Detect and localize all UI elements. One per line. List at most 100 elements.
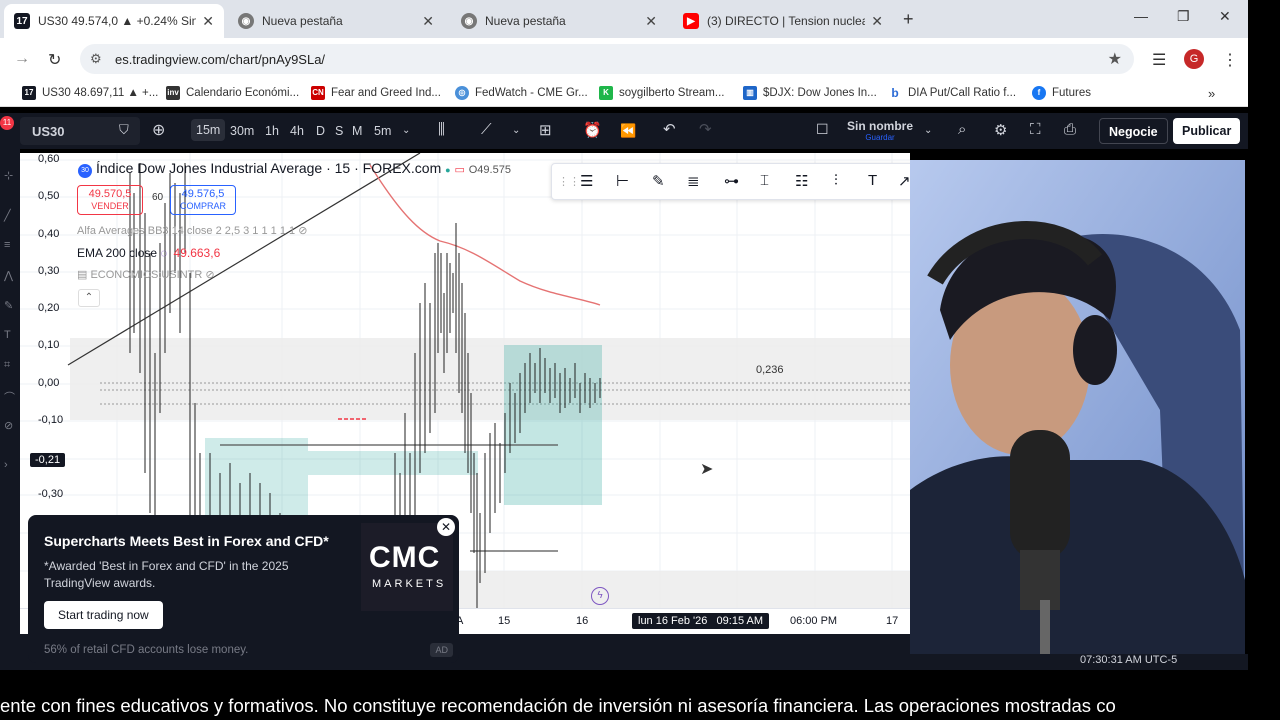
pencil-icon[interactable]: ✎: [652, 172, 665, 190]
close-tab-icon[interactable]: ✕: [202, 13, 214, 30]
indicator-economics[interactable]: ▤ ECONOMICS:USINTR ⊘: [77, 268, 215, 281]
brush-icon[interactable]: ✎: [4, 299, 13, 312]
start-trading-button[interactable]: Start trading now: [44, 601, 163, 629]
symbol-logo-icon: 30: [78, 164, 92, 178]
trade-button[interactable]: Negocie: [1099, 118, 1168, 144]
buy-button[interactable]: 49.576,5 COMPRAR: [170, 185, 236, 215]
bookmarks-overflow-icon[interactable]: »: [1208, 86, 1215, 101]
bookmark-item[interactable]: CN Fear and Greed Ind...: [311, 86, 441, 100]
timeframe-30m[interactable]: 30m: [230, 124, 254, 138]
tab-new-1[interactable]: ◉ Nueva pestaña ✕: [228, 4, 444, 38]
parallel-channel-icon[interactable]: ≣: [687, 172, 700, 190]
fib-icon[interactable]: ≡: [4, 239, 10, 251]
timeframe-d[interactable]: D: [316, 124, 325, 138]
site-info-icon[interactable]: ⚙: [90, 51, 102, 67]
fullscreen-icon[interactable]: ⛶: [1030, 121, 1041, 138]
candles-icon[interactable]: ⫼: [438, 121, 445, 138]
forward-icon[interactable]: →: [14, 50, 30, 68]
omnibox[interactable]: ⚙ es.tradingview.com/chart/pnAy9SLa/ ★: [80, 44, 1134, 74]
compare-icon[interactable]: ⊕: [152, 120, 165, 140]
indicators-icon[interactable]: ⟋: [481, 121, 492, 138]
tradingview-icon: 17: [22, 86, 36, 100]
timeframe-4h[interactable]: 4h: [290, 124, 304, 138]
new-tab-button[interactable]: +: [903, 9, 914, 30]
chevron-down-icon[interactable]: ⌄: [924, 125, 932, 136]
timeframe-s[interactable]: S: [335, 124, 343, 138]
minimize-icon[interactable]: —: [1134, 8, 1148, 24]
indicator-ema[interactable]: EMA 200 close ◌ 49.663,6: [77, 246, 220, 260]
pattern-icon[interactable]: ⋀: [4, 269, 13, 282]
layout-square-icon[interactable]: ☐: [816, 121, 829, 138]
time-axis-highlight: lun 16 Feb '26 09:15 AM: [632, 613, 770, 629]
horizontal-ray-icon[interactable]: ⊶: [724, 172, 739, 190]
close-popup-icon[interactable]: ✕: [437, 518, 455, 536]
settings-icon[interactable]: ⚙: [994, 121, 1007, 139]
date-range-icon[interactable]: ⊢: [616, 172, 629, 190]
eye-off-icon[interactable]: ⊘: [205, 269, 214, 281]
profile-avatar[interactable]: G: [1184, 49, 1204, 69]
layout-name[interactable]: Sin nombre Guardar: [847, 119, 913, 142]
undo-icon[interactable]: ↶: [663, 120, 676, 138]
menu-icon[interactable]: ⋮: [1222, 50, 1238, 70]
close-window-icon[interactable]: ✕: [1219, 8, 1231, 25]
bookmark-item[interactable]: f Futures: [1032, 86, 1091, 100]
templates-icon[interactable]: ⊞: [539, 121, 552, 139]
chevron-down-icon[interactable]: ⌄: [512, 125, 520, 136]
collapse-legend-icon[interactable]: ⌃: [78, 289, 100, 307]
publish-button[interactable]: Publicar: [1173, 118, 1241, 144]
restore-icon[interactable]: ❐: [1177, 8, 1190, 25]
magnet-icon[interactable]: ⌒: [4, 389, 15, 405]
y-axis-label: -0,10: [38, 414, 64, 426]
trendline-icon[interactable]: ╱: [4, 209, 11, 222]
fib-retracement-icon[interactable]: ☰: [580, 172, 593, 190]
price-range-icon[interactable]: ⌶: [760, 172, 769, 189]
close-tab-icon[interactable]: ✕: [422, 13, 434, 30]
ruler-icon[interactable]: ⌗: [4, 359, 10, 372]
camera-icon[interactable]: ⎙: [1064, 121, 1076, 138]
close-tab-icon[interactable]: ✕: [871, 13, 883, 30]
close-tab-icon[interactable]: ✕: [645, 13, 657, 30]
sell-button[interactable]: 49.570,5 VENDER: [77, 185, 143, 215]
lightning-icon[interactable]: ϟ: [591, 587, 609, 605]
bookmark-item[interactable]: b DIA Put/Call Ratio f...: [888, 86, 1016, 100]
bookmark-item[interactable]: inv Calendario Económi...: [166, 86, 299, 100]
bookmark-item[interactable]: Ksoygilberto Stream...: [599, 86, 724, 100]
disclaimer-ticker: ente con fines educativos y formativos. …: [0, 692, 1280, 720]
timeframe-5m[interactable]: 5m: [374, 124, 391, 138]
timeframe-1h[interactable]: 1h: [265, 124, 279, 138]
bookmark-item[interactable]: ▥ $DJX: Dow Jones In...: [743, 86, 877, 100]
chevron-down-icon[interactable]: ⌄: [402, 125, 410, 136]
timeframe-m[interactable]: M: [352, 124, 362, 138]
bookmark-item[interactable]: 17 US30 48.697,11 ▲ +...: [22, 86, 158, 100]
replay-icon[interactable]: ⏪: [620, 123, 636, 139]
bookmark-item[interactable]: ◎ FedWatch - CME Gr...: [455, 86, 588, 100]
reload-icon[interactable]: ↻: [48, 50, 61, 70]
drag-handle-icon[interactable]: ⋮⋮: [558, 175, 580, 188]
text-icon[interactable]: T: [4, 329, 11, 341]
fib-levels-icon[interactable]: ☷: [795, 172, 808, 190]
redo-icon[interactable]: ↷: [699, 120, 712, 138]
text-tool-icon[interactable]: T: [868, 172, 877, 189]
eye-off-icon[interactable]: ⊘: [298, 225, 307, 237]
mouse-cursor-icon: ➤: [700, 461, 714, 478]
search-icon[interactable]: ⌕: [958, 121, 966, 138]
alert-icon[interactable]: ⏰: [583, 121, 602, 139]
shield-icon[interactable]: ⛉: [119, 122, 129, 138]
lock-icon[interactable]: ⊘: [4, 419, 13, 432]
cnn-icon: CN: [311, 86, 325, 100]
cursor-icon[interactable]: ⊹: [4, 169, 13, 182]
vertical-line-icon[interactable]: ⫶: [834, 172, 838, 189]
ad-disclaimer: 56% of retail CFD accounts lose money.: [44, 644, 249, 656]
expand-icon[interactable]: ›: [4, 459, 8, 471]
tab-youtube[interactable]: ▶ (3) DIRECTO | Tension nuclear en ✕: [673, 4, 893, 38]
indicator-alfa[interactable]: Alfa Averages BB3 14 close 2 2,5 3 1 1 1…: [77, 224, 307, 237]
timeframe-15m[interactable]: 15m: [191, 119, 226, 141]
tab-tradingview[interactable]: 17 US30 49.574,0 ▲ +0.24% Sin nombre ✕: [4, 4, 224, 38]
ad-headline: Supercharts Meets Best in Forex and CFD*: [44, 533, 329, 549]
bookmark-star-icon[interactable]: ★: [1108, 49, 1122, 69]
arrow-tool-icon[interactable]: ↗: [898, 172, 911, 190]
media-icon[interactable]: ☰: [1152, 50, 1166, 70]
tab-new-2[interactable]: ◉ Nueva pestaña ✕: [451, 4, 667, 38]
flag-icon[interactable]: ▭: [454, 164, 464, 176]
chart-legend-title[interactable]: 30 Índice Dow Jones Industrial Average · …: [78, 160, 511, 178]
